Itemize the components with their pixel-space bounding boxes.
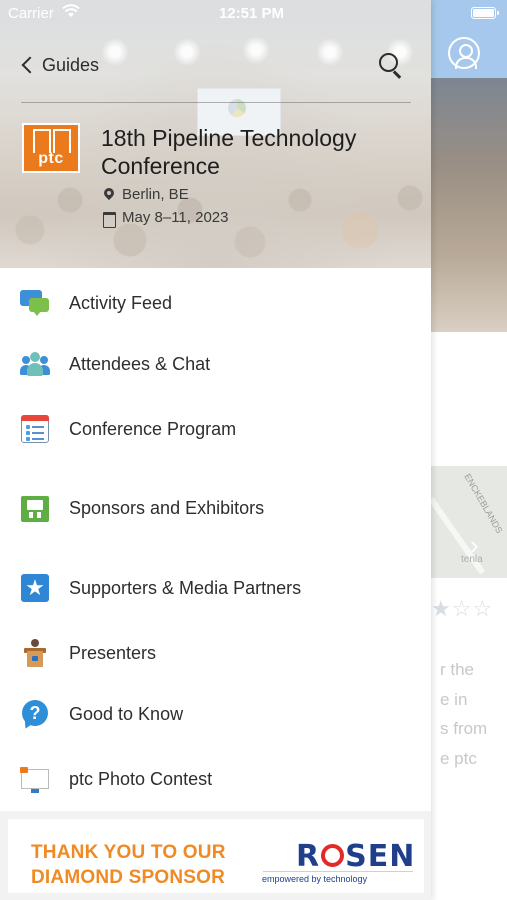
background-hero-image [431,78,507,332]
menu-item-label: Attendees & Chat [69,353,211,374]
status-bar: Carrier 12:51 PM [0,0,507,28]
wifi-icon [62,4,80,17]
menu-item-label: Presenters [69,642,157,663]
sponsor-logo-ring [321,844,345,867]
exhibitor-booth-icon [19,492,51,524]
attendees-icon [19,348,51,380]
search-icon[interactable] [377,51,405,79]
menu-item-sponsors-exhibitors[interactable]: Sponsors and Exhibitors [0,486,431,530]
background-text-line: r the [440,660,475,679]
activity-feed-icon [19,287,51,319]
star-badge-icon: ★ [19,572,51,604]
sponsor-logo-suffix: SEN [345,839,416,874]
event-title: 18th Pipeline Technology Conference [101,125,357,179]
menu-item-presenters[interactable]: Presenters [0,631,431,675]
sponsor-logo-divider [263,871,413,872]
header-divider [21,102,411,103]
menu-item-label: Sponsors and Exhibitors [69,497,265,518]
back-button[interactable]: Guides [20,52,99,78]
background-text-line: e ptc [440,749,477,768]
sponsor-tagline: empowered by technology [262,874,368,884]
drawer-header: Guides ptc 18th Pipeline Technology Conf… [0,0,431,268]
event-location: Berlin, BE [102,186,189,203]
menu-item-label: Good to Know [69,703,184,724]
menu-item-good-to-know[interactable]: ? Good to Know [0,692,431,736]
photo-contest-icon [19,763,51,795]
menu-item-label: ptc Photo Contest [69,768,213,789]
question-bubble-icon: ? [19,698,51,731]
sponsor-banner-line-2: DIAMOND SPONSOR [31,867,226,888]
menu-item-label: Activity Feed [69,292,173,313]
sponsor-banner[interactable]: THANK YOU TO OUR DIAMOND SPONSOR R SEN em… [0,811,431,900]
background-text-line: e in [440,690,468,709]
event-logo: ptc [22,123,80,173]
back-label: Guides [42,54,100,75]
logo-mark [31,129,71,153]
location-pin-icon [102,188,116,202]
sponsor-banner-message: THANK YOU TO OUR DIAMOND SPONSOR [31,840,226,890]
sponsor-banner-line-1: THANK YOU TO OUR [31,842,226,863]
calendar-checklist-icon [19,413,51,445]
sponsor-banner-card: THANK YOU TO OUR DIAMOND SPONSOR R SEN em… [8,819,424,893]
menu-item-photo-contest[interactable]: ptc Photo Contest [0,757,431,801]
menu-item-attendees-chat[interactable]: Attendees & Chat [0,342,431,386]
sponsor-logo: R SEN [296,839,415,874]
event-dates-text: May 8–11, 2023 [122,209,229,226]
calendar-icon [102,211,116,228]
battery-icon [471,7,499,19]
sponsor-logo-prefix: R [296,839,321,874]
event-location-text: Berlin, BE [122,186,189,203]
podium-icon [19,637,51,669]
menu-item-label: Conference Program [69,418,237,439]
rating-stars[interactable]: ★☆☆ [431,596,493,622]
carrier-label: Carrier [8,5,54,22]
map-street-label: ENCKEBLANDS [462,472,505,536]
background-text-line: s from [440,719,488,738]
chevron-right-icon[interactable]: › [470,530,479,561]
logo-text: ptc [38,150,64,167]
event-dates: May 8–11, 2023 [102,209,229,228]
background-map[interactable]: ENCKEBLANDS tenla [428,466,507,578]
chevron-left-icon [21,56,39,74]
menu-item-label: Supporters & Media Partners [69,577,302,598]
menu-item-supporters-media[interactable]: ★ Supporters & Media Partners [0,566,431,610]
status-time: 12:51 PM [219,5,285,22]
menu-item-conference-program[interactable]: Conference Program [0,407,431,451]
profile-icon[interactable] [448,37,480,69]
navigation-drawer: Guides ptc 18th Pipeline Technology Conf… [0,0,431,900]
menu-item-activity-feed[interactable]: Activity Feed [0,281,431,325]
